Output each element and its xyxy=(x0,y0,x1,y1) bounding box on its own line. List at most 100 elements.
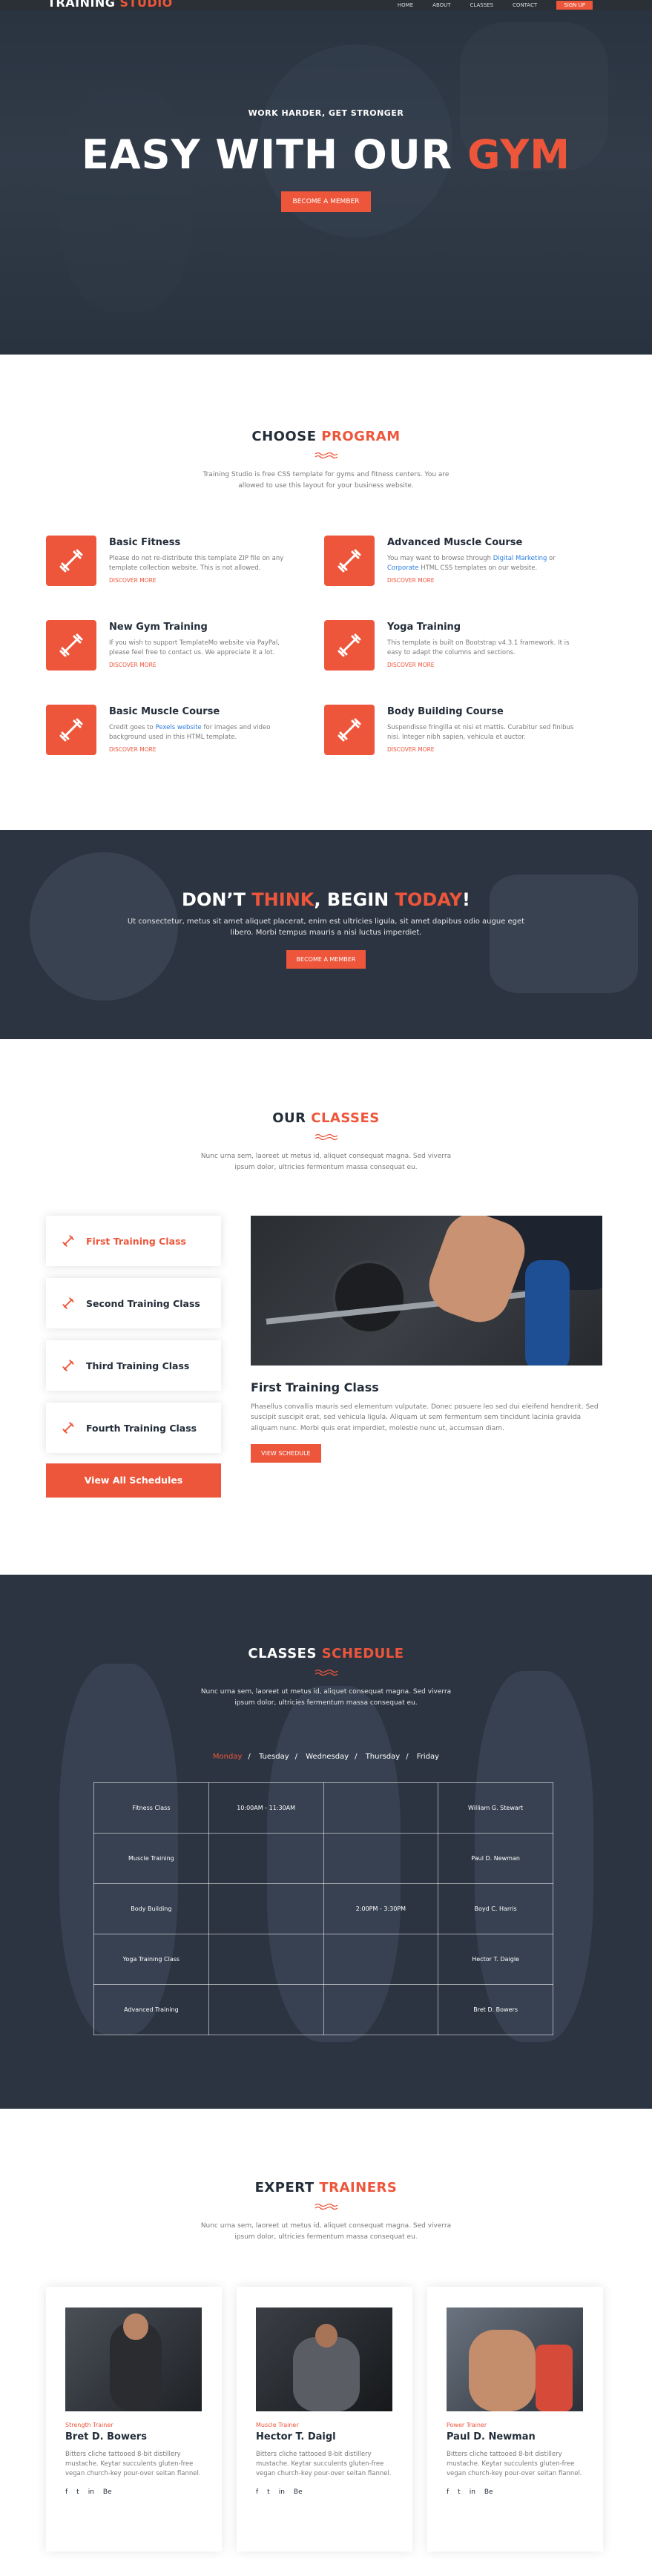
become-member-button[interactable]: BECOME A MEMBER xyxy=(280,191,372,212)
main-nav: HOME ABOUT CLASSES CONTACT SIGN UP xyxy=(398,0,593,10)
day-tuesday[interactable]: Tuesday xyxy=(259,1753,289,1761)
social-links: f t in Be xyxy=(65,2488,202,2496)
class-tabs: First Training Class Second Training Cla… xyxy=(46,1216,221,1498)
schedule-title: CLASSES SCHEDULE xyxy=(248,1646,404,1661)
wave-line-icon xyxy=(315,2203,337,2210)
cta-become-member-button[interactable]: BECOME A MEMBER xyxy=(286,950,366,969)
feature-text: You may want to browse through Digital M… xyxy=(387,555,556,572)
hero-title: EASY WITH OUR GYM xyxy=(81,131,571,178)
program-title: CHOOSE PROGRAM xyxy=(251,429,401,444)
day-wednesday[interactable]: Wednesday xyxy=(306,1753,349,1761)
trainer-cards: Strength Trainer Bret D. Bowers Bitters … xyxy=(46,2287,603,2552)
corporate-link[interactable]: Corporate xyxy=(387,564,419,572)
schedule-subtitle: Nunc urna sem, laoreet ut metus id, aliq… xyxy=(200,1688,452,1707)
table-row: Yoga Training Class Hector T. Daigle xyxy=(93,1934,553,1985)
call-to-action-section: DON’T THINK, BEGIN TODAY! Ut consectetur… xyxy=(0,830,652,1039)
nav-about[interactable]: ABOUT xyxy=(432,2,450,8)
linkedin-icon[interactable]: in xyxy=(470,2488,475,2496)
dumbbell-icon xyxy=(324,536,375,586)
table-row: Muscle Training Paul D. Newman xyxy=(93,1833,553,1884)
discover-more-link[interactable]: DISCOVER MORE xyxy=(387,662,580,668)
trainer-photo xyxy=(447,2307,583,2411)
tab-first-training-class[interactable]: First Training Class xyxy=(46,1216,221,1266)
feature-item: New Gym Training If you wish to support … xyxy=(46,620,302,705)
day-filter: Monday / Tuesday / Wednesday / Thursday / Fr… xyxy=(212,1753,440,1761)
day-thursday[interactable]: Thursday xyxy=(366,1753,401,1761)
program-subtitle: Training Studio is free CSS template for… xyxy=(202,471,450,490)
wave-line-icon xyxy=(315,1133,337,1141)
twitter-icon[interactable]: t xyxy=(458,2488,461,2496)
discover-more-link[interactable]: DISCOVER MORE xyxy=(109,662,302,668)
digital-marketing-link[interactable]: Digital Marketing xyxy=(493,555,547,562)
discover-more-link[interactable]: DISCOVER MORE xyxy=(109,746,302,753)
table-row: Fitness Class 10:00AM - 11:30AM William G.… xyxy=(93,1782,553,1834)
behance-icon[interactable]: Be xyxy=(103,2488,112,2496)
feature-text: Credit goes to Pexels website for images… xyxy=(109,724,271,741)
twitter-icon[interactable]: t xyxy=(76,2488,79,2496)
nav-contact[interactable]: CONTACT xyxy=(513,2,537,8)
schedule-table: Fitness Class 10:00AM - 11:30AM William G.… xyxy=(93,1782,553,2035)
behance-icon[interactable]: Be xyxy=(484,2488,493,2496)
trainer-name: Paul D. Newman xyxy=(447,2431,536,2442)
feature-grid: Basic Fitness Please do not re-distribut… xyxy=(46,536,580,789)
feature-title: Body Building Course xyxy=(387,706,504,717)
tab-second-training-class[interactable]: Second Training Class xyxy=(46,1278,221,1328)
dumbbell-icon xyxy=(59,1419,77,1437)
cta-title: DON’T THINK, BEGIN TODAY! xyxy=(182,889,470,910)
trainer-name: Hector T. Daigl xyxy=(256,2431,336,2442)
trainer-card: Strength Trainer Bret D. Bowers Bitters … xyxy=(46,2287,222,2552)
tab-third-training-class[interactable]: Third Training Class xyxy=(46,1340,221,1391)
dumbbell-icon xyxy=(59,1232,77,1250)
facebook-icon[interactable]: f xyxy=(447,2488,449,2496)
nav-signup-button[interactable]: SIGN UP xyxy=(556,1,593,10)
twitter-icon[interactable]: t xyxy=(267,2488,270,2496)
linkedin-icon[interactable]: in xyxy=(88,2488,94,2496)
discover-more-link[interactable]: DISCOVER MORE xyxy=(387,746,580,753)
view-schedule-button[interactable]: VIEW SCHEDULE xyxy=(251,1444,321,1463)
dumbbell-icon xyxy=(46,620,96,671)
facebook-icon[interactable]: f xyxy=(256,2488,258,2496)
trainer-role: Strength Trainer xyxy=(65,2422,113,2428)
hero-section: WORK HARDER, GET STRONGER EASY WITH OUR … xyxy=(0,0,652,355)
table-row: Body Building 2:00PM - 3:30PM Boyd C. Harr… xyxy=(93,1883,553,1934)
trainer-card: Muscle Trainer Hector T. Daigl Bitters c… xyxy=(237,2287,412,2552)
dumbbell-icon xyxy=(59,1294,77,1312)
day-monday[interactable]: Monday xyxy=(213,1753,242,1761)
dumbbell-icon xyxy=(46,705,96,755)
classes-section: OUR CLASSES Nunc urna sem, laoreet ut me… xyxy=(0,1039,652,1575)
trainer-role: Power Trainer xyxy=(447,2422,487,2428)
trainer-bio: Bitters cliche tattooed 8-bit distillery… xyxy=(447,2451,582,2478)
cta-text: Ut consectetur, metus sit amet aliquet p… xyxy=(127,918,525,937)
feature-item: Yoga Training This template is built on … xyxy=(324,620,580,705)
dumbbell-icon xyxy=(324,620,375,671)
site-header: TRAINING STUDIO HOME ABOUT CLASSES CONTA… xyxy=(0,0,652,10)
program-section: CHOOSE PROGRAM Training Studio is free C… xyxy=(0,355,652,830)
discover-more-link[interactable]: DISCOVER MORE xyxy=(387,577,580,584)
behance-icon[interactable]: Be xyxy=(294,2488,303,2496)
hero-kicker: WORK HARDER, GET STRONGER xyxy=(248,108,404,118)
logo[interactable]: TRAINING STUDIO xyxy=(47,0,173,10)
discover-more-link[interactable]: DISCOVER MORE xyxy=(109,577,302,584)
day-friday[interactable]: Friday xyxy=(417,1753,439,1761)
trainers-section: EXPERT TRAINERS Nunc urna sem, laoreet u… xyxy=(0,2109,652,2576)
trainers-subtitle: Nunc urna sem, laoreet ut metus id, aliq… xyxy=(200,2222,452,2241)
feature-text: If you wish to support TemplateMo websit… xyxy=(109,639,280,656)
feature-text: This template is built on Bootstrap v4.3… xyxy=(387,639,570,656)
trainers-title: EXPERT TRAINERS xyxy=(254,2180,398,2195)
nav-classes[interactable]: CLASSES xyxy=(470,2,494,8)
feature-title: Yoga Training xyxy=(387,622,461,633)
trainer-name: Bret D. Bowers xyxy=(65,2431,147,2442)
trainer-photo xyxy=(256,2307,392,2411)
pexels-link[interactable]: Pexels website xyxy=(155,724,201,731)
facebook-icon[interactable]: f xyxy=(65,2488,67,2496)
class-title: First Training Class xyxy=(251,1380,379,1394)
feature-title: Basic Muscle Course xyxy=(109,706,220,717)
trainer-role: Muscle Trainer xyxy=(256,2422,299,2428)
classes-title: OUR CLASSES xyxy=(272,1110,380,1126)
view-all-schedules-button[interactable]: View All Schedules xyxy=(46,1463,221,1498)
tab-fourth-training-class[interactable]: Fourth Training Class xyxy=(46,1403,221,1453)
nav-home[interactable]: HOME xyxy=(398,2,413,8)
feature-title: Basic Fitness xyxy=(109,537,181,548)
trainer-card: Power Trainer Paul D. Newman Bitters cli… xyxy=(427,2287,603,2552)
linkedin-icon[interactable]: in xyxy=(279,2488,285,2496)
